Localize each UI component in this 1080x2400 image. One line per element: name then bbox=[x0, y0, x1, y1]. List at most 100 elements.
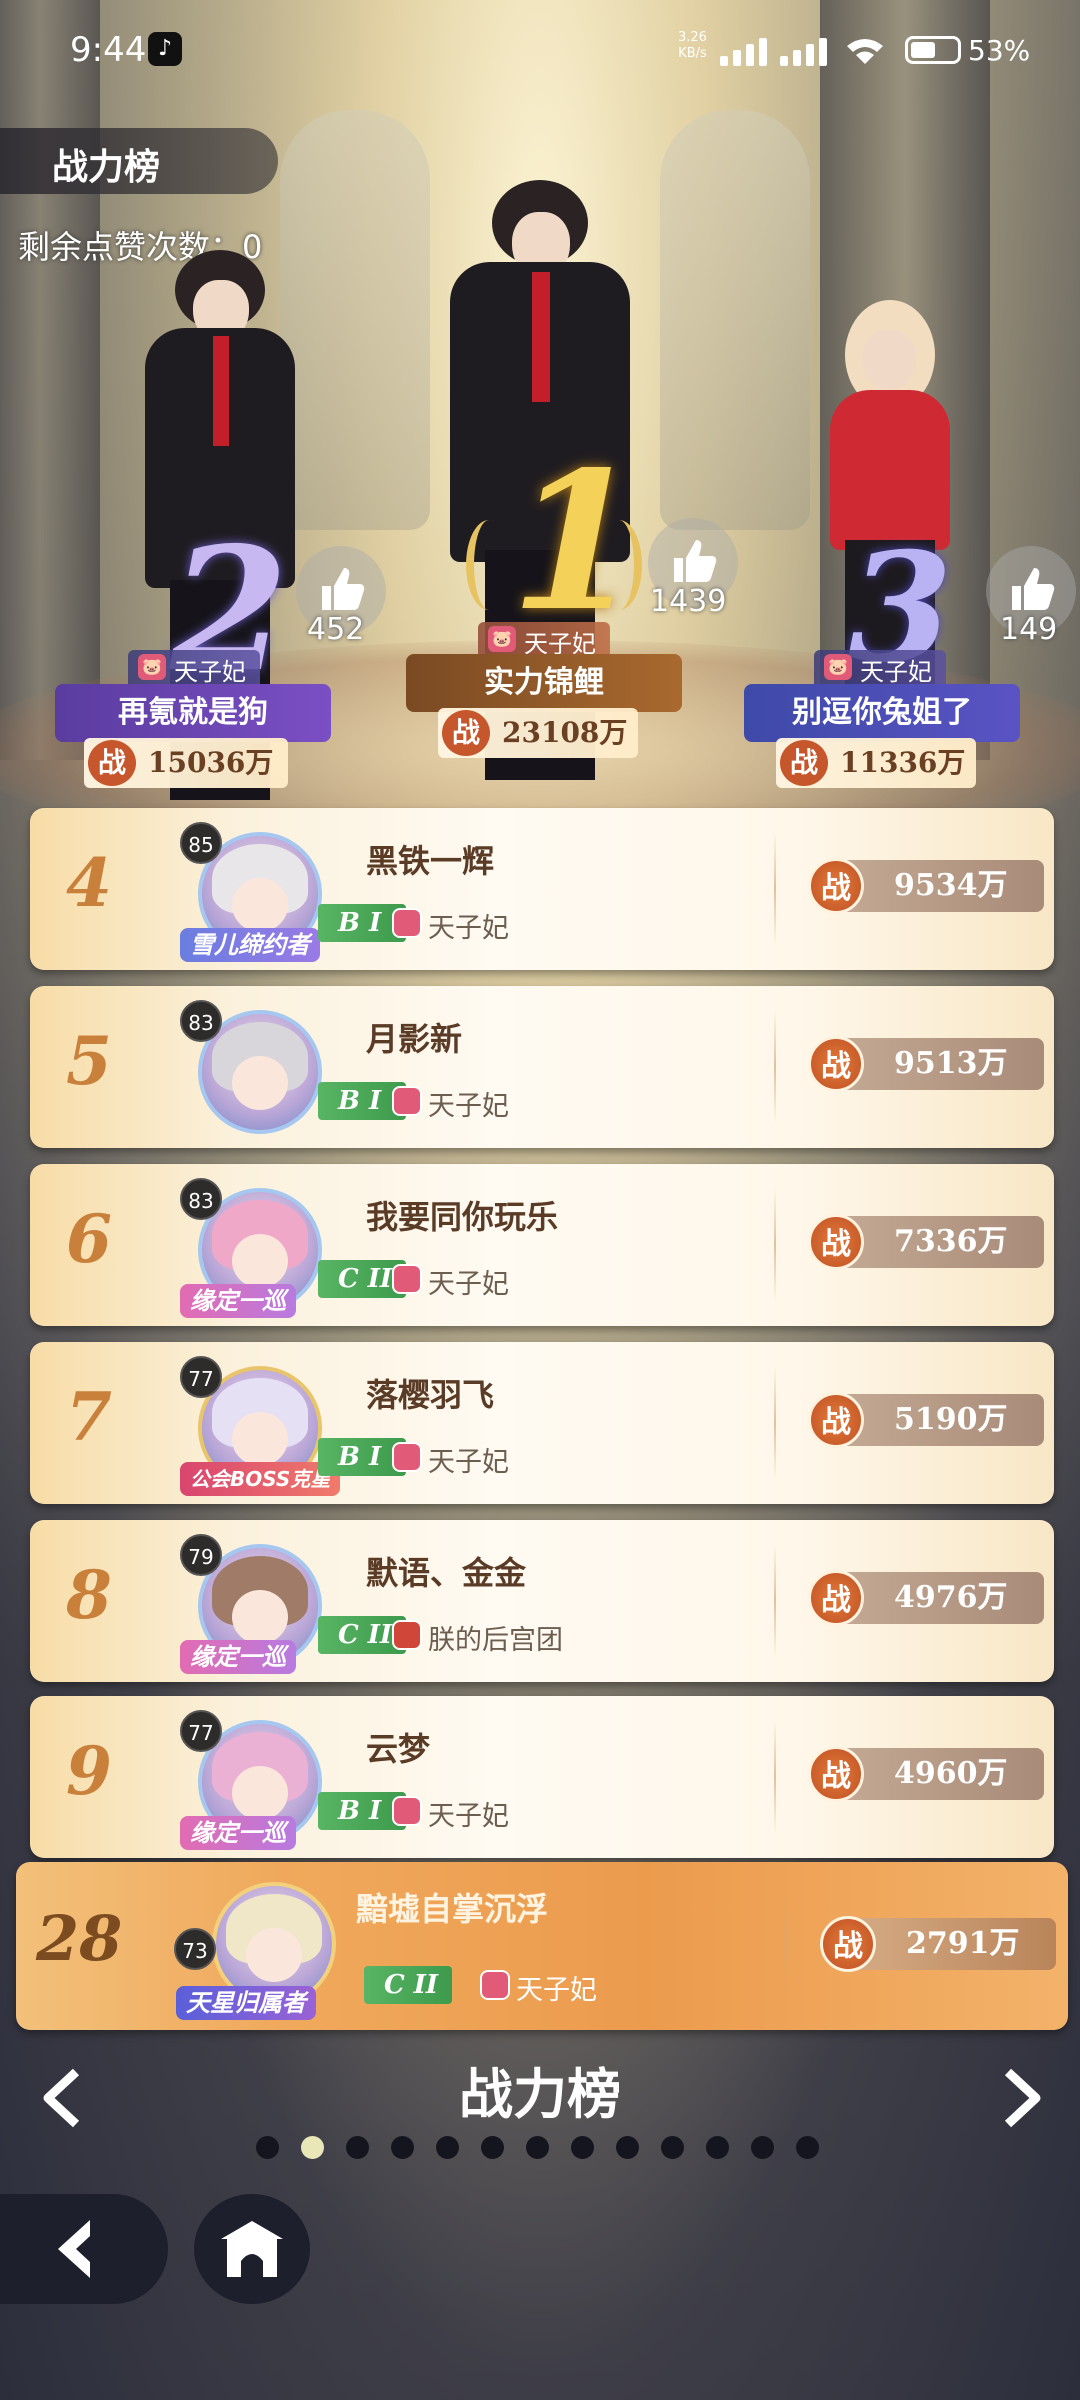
guild-name: 天子妃 bbox=[860, 658, 932, 686]
power-number: 7336万 bbox=[894, 1224, 1008, 1259]
power-badge-icon: 战 bbox=[808, 1392, 864, 1448]
battery-percent: 53% bbox=[968, 34, 1031, 67]
back-button[interactable] bbox=[0, 2194, 168, 2304]
guild-pig-icon: 🐷 bbox=[138, 654, 166, 680]
power-value: 战 9513万 bbox=[808, 1036, 1044, 1092]
level-badge: 77 bbox=[180, 1356, 222, 1398]
player-name: 落樱羽飞 bbox=[366, 1376, 495, 1414]
power-badge-icon: 战 bbox=[442, 710, 490, 756]
power-number: 9534万 bbox=[894, 868, 1008, 903]
like-count-rank-1: 1439 bbox=[650, 584, 727, 619]
power-badge-icon: 战 bbox=[808, 858, 864, 914]
title-ribbon: 缘定一巡 bbox=[180, 1284, 296, 1318]
laurel-left-icon bbox=[466, 520, 512, 610]
power-badge-icon: 战 bbox=[820, 1916, 876, 1972]
power-rank-2: 战 15036万 bbox=[84, 738, 288, 788]
guild-name: 天子妃 bbox=[428, 1801, 509, 1832]
page-dot[interactable] bbox=[256, 2136, 279, 2159]
ranking-row-4[interactable]: 4 85 雪儿缔约者 黑铁一辉 B I 天子妃 战 9534万 bbox=[30, 808, 1054, 970]
signal-icon bbox=[720, 36, 770, 66]
divider bbox=[774, 1544, 776, 1658]
rank-number: 9 bbox=[66, 1732, 112, 1810]
like-count-rank-3: 149 bbox=[1000, 612, 1058, 647]
page-dot[interactable] bbox=[391, 2136, 414, 2159]
page-dot[interactable] bbox=[706, 2136, 729, 2159]
guild-flower-icon bbox=[392, 1620, 422, 1650]
home-button[interactable] bbox=[194, 2194, 310, 2304]
title-ribbon: 缘定一巡 bbox=[180, 1640, 296, 1674]
board-title: 战力榜 bbox=[459, 2063, 621, 2126]
divider bbox=[774, 1366, 776, 1480]
player-name: 黯墟自掌沉浮 bbox=[356, 1890, 549, 1928]
ranking-row-9[interactable]: 9 77 缘定一巡 云梦 B I 天子妃 战 4960万 bbox=[30, 1696, 1054, 1858]
thumbs-up-icon bbox=[322, 568, 365, 610]
divider bbox=[786, 1886, 788, 2000]
power-badge-icon: 战 bbox=[808, 1214, 864, 1270]
guild-pig-icon bbox=[392, 1796, 422, 1826]
statue-decoration bbox=[280, 110, 430, 530]
ranking-row-8[interactable]: 8 79 缘定一巡 默语、金金 C II 朕的后宫团 战 4976万 bbox=[30, 1520, 1054, 1682]
title-ribbon: 缘定一巡 bbox=[180, 1816, 296, 1850]
level-badge: 73 bbox=[174, 1928, 216, 1970]
level-badge: 79 bbox=[180, 1534, 222, 1576]
my-ranking-row[interactable]: 28 73 天星归属者 黯墟自掌沉浮 C II 天子妃 战 2791万 bbox=[16, 1862, 1068, 2030]
page-dot[interactable] bbox=[481, 2136, 504, 2159]
back-arrow-icon bbox=[58, 2220, 90, 2278]
power-value: 战 5190万 bbox=[808, 1392, 1044, 1448]
status-bar: 9:44 ♪ 3.26 KB/s 53% bbox=[0, 0, 1080, 100]
power-value: 战 4960万 bbox=[808, 1746, 1044, 1802]
power-badge-icon: 战 bbox=[88, 740, 136, 786]
page-dot[interactable] bbox=[661, 2136, 684, 2159]
pillar-decoration bbox=[0, 0, 100, 760]
guild-pig-icon bbox=[392, 1442, 422, 1472]
guild-pig-icon: 🐷 bbox=[824, 654, 852, 680]
battery-icon bbox=[905, 36, 961, 64]
rank-number: 5 bbox=[66, 1022, 112, 1100]
guild-name: 天子妃 bbox=[428, 1447, 509, 1478]
rank-number: 6 bbox=[66, 1200, 112, 1278]
divider bbox=[774, 1188, 776, 1302]
player-name-rank-3[interactable]: 别逗你兔姐了 bbox=[744, 684, 1020, 742]
ranking-row-6[interactable]: 6 83 缘定一巡 我要同你玩乐 C II 天子妃 战 7336万 bbox=[30, 1164, 1054, 1326]
network-speed: 3.26 KB/s bbox=[678, 30, 707, 62]
power-value: 战 2791万 bbox=[820, 1916, 1056, 1972]
page-dot[interactable] bbox=[526, 2136, 549, 2159]
power-number: 4960万 bbox=[894, 1756, 1008, 1791]
guild-name: 天子妃 bbox=[174, 658, 246, 686]
page-dot[interactable] bbox=[571, 2136, 594, 2159]
player-name-rank-2[interactable]: 再氪就是狗 bbox=[55, 684, 331, 742]
guild-name: 天子妃 bbox=[428, 1091, 509, 1122]
like-count-rank-2: 452 bbox=[307, 612, 365, 647]
rank-number: 7 bbox=[66, 1378, 112, 1456]
page-dot-active[interactable] bbox=[301, 2136, 324, 2159]
guild-name: 天子妃 bbox=[516, 1975, 597, 2006]
power-value: 23108万 bbox=[502, 716, 628, 749]
power-number: 9513万 bbox=[894, 1046, 1008, 1081]
guild-pig-icon bbox=[392, 1086, 422, 1116]
power-value: 战 4976万 bbox=[808, 1570, 1044, 1626]
home-icon bbox=[221, 2221, 283, 2277]
player-name: 月影新 bbox=[366, 1020, 463, 1058]
power-value: 15036万 bbox=[148, 746, 274, 779]
page-dot[interactable] bbox=[751, 2136, 774, 2159]
title-ribbon: 公会BOSS克星 bbox=[180, 1462, 341, 1496]
divider bbox=[774, 1010, 776, 1124]
page-dot[interactable] bbox=[346, 2136, 369, 2159]
player-name: 云梦 bbox=[366, 1730, 431, 1768]
power-badge-icon: 战 bbox=[808, 1570, 864, 1626]
power-badge-icon: 战 bbox=[808, 1746, 864, 1802]
player-name: 默语、金金 bbox=[366, 1554, 527, 1592]
page-dot[interactable] bbox=[436, 2136, 459, 2159]
next-board-arrow-icon[interactable] bbox=[998, 2066, 1048, 2130]
player-name-rank-1[interactable]: 实力锦鲤 bbox=[406, 654, 682, 712]
power-number: 5190万 bbox=[894, 1402, 1008, 1437]
player-name: 黑铁一辉 bbox=[366, 842, 495, 880]
page-dot[interactable] bbox=[616, 2136, 639, 2159]
guild-name: 朕的后宫团 bbox=[428, 1625, 563, 1656]
power-badge-icon: 战 bbox=[808, 1036, 864, 1092]
divider bbox=[774, 832, 776, 946]
ranking-row-5[interactable]: 5 83 月影新 B I 天子妃 战 9513万 bbox=[30, 986, 1054, 1148]
page-dot[interactable] bbox=[796, 2136, 819, 2159]
power-rank-3: 战 11336万 bbox=[776, 738, 976, 788]
ranking-row-7[interactable]: 7 77 公会BOSS克星 落樱羽飞 B I 天子妃 战 5190万 bbox=[30, 1342, 1054, 1504]
